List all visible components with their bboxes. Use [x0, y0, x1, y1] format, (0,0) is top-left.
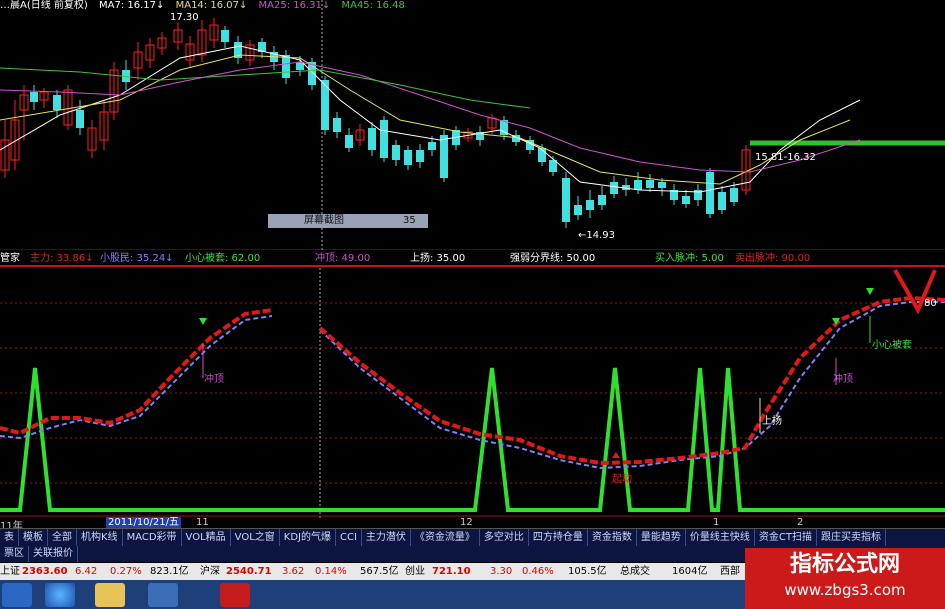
candle-body-35 — [416, 150, 424, 162]
candle-body-32 — [380, 120, 388, 158]
candle-body-29 — [345, 135, 353, 148]
quote-sh-pct: 0.27% — [110, 566, 142, 577]
candle-body-55 — [658, 182, 666, 188]
high-price-label: 17.30 — [170, 12, 199, 23]
candle-body-31 — [368, 128, 376, 150]
tab-17[interactable]: 跟庄买卖指标 — [817, 529, 886, 547]
quote-cy-pct: 0.46% — [522, 566, 554, 577]
candlestick-chart[interactable] — [0, 0, 945, 250]
trading-app-icon[interactable] — [220, 583, 250, 607]
candle-body-24 — [282, 55, 290, 78]
ma7-line — [0, 45, 861, 193]
quote-cy-name: 创业 — [405, 566, 425, 577]
tab-4[interactable]: MACD彩带 — [123, 529, 182, 547]
tab-8[interactable]: CCI — [336, 529, 362, 547]
quote-cy-chg: 3.30 — [490, 566, 513, 577]
quote-cy-vol: 105.5亿 — [568, 566, 607, 577]
tab-14[interactable]: 量能趋势 — [637, 529, 686, 547]
retail-line-2 — [319, 301, 945, 470]
screenshot-tooltip: 屏幕截图 35 — [268, 214, 428, 228]
candle-body-3 — [30, 92, 38, 102]
quote-hs-chg: 3.62 — [282, 566, 305, 577]
tooltip-value: 35 — [403, 215, 416, 226]
tab-6[interactable]: VOL之窗 — [231, 529, 280, 547]
tab-12[interactable]: 四方持仓量 — [529, 529, 588, 547]
candle-body-49 — [586, 200, 594, 210]
quote-hs-price: 2540.71 — [226, 566, 272, 577]
timeline-m2: 12 — [460, 517, 473, 528]
folder-icon[interactable] — [95, 583, 125, 607]
tab-3[interactable]: 机构K线 — [77, 529, 123, 547]
browser-icon[interactable] — [45, 583, 75, 607]
tab-9[interactable]: 主力潜伏 — [362, 529, 411, 547]
candle-body-37 — [440, 135, 448, 178]
quote-hs-vol: 567.5亿 — [360, 566, 399, 577]
caution-annotation: 小心被套 — [872, 340, 912, 351]
tooltip-label: 屏幕截图 — [304, 215, 344, 226]
start-annotation: 起动 — [612, 474, 632, 485]
start-arrow-icon — [612, 452, 620, 458]
candle-body-34 — [404, 150, 412, 165]
tab-7[interactable]: KDJ的气爆 — [280, 529, 336, 547]
peak-annotation-2: 冲顶 — [833, 374, 853, 385]
stock-chart-window: …晨A(日线 前复权) MA7: 16.17↓ MA14: 16.07↓ MA2… — [0, 0, 945, 609]
tab-15[interactable]: 价量线主快线 — [686, 529, 755, 547]
quote-total-label: 总成交 — [620, 566, 650, 577]
tab2-1[interactable]: 关联报价 — [29, 546, 78, 562]
quote-cy-price: 721.10 — [432, 566, 471, 577]
tab-10[interactable]: 《资金流量》 — [411, 529, 480, 547]
candle-body-50 — [598, 195, 606, 205]
candle-body-57 — [682, 196, 690, 204]
candle-body-5 — [53, 95, 61, 110]
candle-body-60 — [718, 192, 726, 210]
candle-body-47 — [562, 178, 570, 222]
watermark-url: www.zbgs3.com — [784, 581, 906, 599]
quote-sh-price: 2363.60 — [22, 566, 68, 577]
candle-body-19 — [221, 30, 229, 42]
candle-body-59 — [706, 172, 714, 214]
rise-annotation: 上扬 — [762, 416, 782, 427]
watermark-badge: 指标公式网 www.zbgs3.com — [745, 548, 945, 609]
tab-16[interactable]: 资金CT扫描 — [755, 529, 817, 547]
candle-body-61 — [730, 188, 738, 202]
down-arrow-icon-2 — [866, 288, 874, 295]
candle-body-51 — [610, 182, 618, 194]
quote-total-value: 1604亿 — [672, 566, 708, 577]
low-price-label: ←14.93 — [578, 230, 616, 241]
tab2-0[interactable]: 票区 — [0, 546, 29, 562]
candle-body-53 — [634, 180, 642, 190]
quote-hs-name: 沪深 — [200, 566, 220, 577]
tab-11[interactable]: 多空对比 — [480, 529, 529, 547]
right-tag: 80 — [924, 298, 937, 309]
indicator-tab-bar: 表模板 全部 机构K线 MACD彩带 VOL精品 VOL之窗 KDJ的气爆 CCI 主力潜伏 《资… — [0, 528, 945, 547]
indicator-chart[interactable] — [0, 258, 945, 528]
timeline-m3: 1 — [713, 517, 720, 528]
buy-pulse-line — [0, 367, 945, 512]
quote-sh-name: 上证 — [0, 566, 20, 577]
quote-region: 西部 — [720, 566, 740, 577]
candle-body-7 — [76, 110, 84, 128]
media-icon[interactable] — [148, 583, 178, 607]
tab-2[interactable]: 全部 — [48, 529, 77, 547]
candle-body-48 — [574, 205, 582, 215]
start-icon[interactable] — [2, 583, 32, 607]
quote-sh-chg: 6.42 — [75, 566, 98, 577]
candle-body-28 — [333, 118, 341, 132]
candle-body-36 — [428, 142, 436, 150]
quote-hs-pct: 0.14% — [315, 566, 347, 577]
tab-0[interactable]: 表 — [0, 529, 19, 547]
down-arrow-icon-0 — [199, 318, 207, 325]
quote-sh-vol: 823.1亿 — [150, 566, 189, 577]
candle-body-54 — [646, 180, 654, 188]
candle-body-33 — [392, 145, 400, 160]
peak-annotation-1: 冲顶 — [204, 374, 224, 385]
tab-5[interactable]: VOL精品 — [182, 529, 231, 547]
timeline-m4: 2 — [797, 517, 804, 528]
timeline-m1: 11 — [196, 517, 209, 528]
tab-1[interactable]: 模板 — [19, 529, 48, 547]
range-price-label: 15.81-16.32 — [755, 152, 816, 163]
watermark-title: 指标公式网 — [789, 552, 900, 577]
tab-13[interactable]: 资金指数 — [588, 529, 637, 547]
